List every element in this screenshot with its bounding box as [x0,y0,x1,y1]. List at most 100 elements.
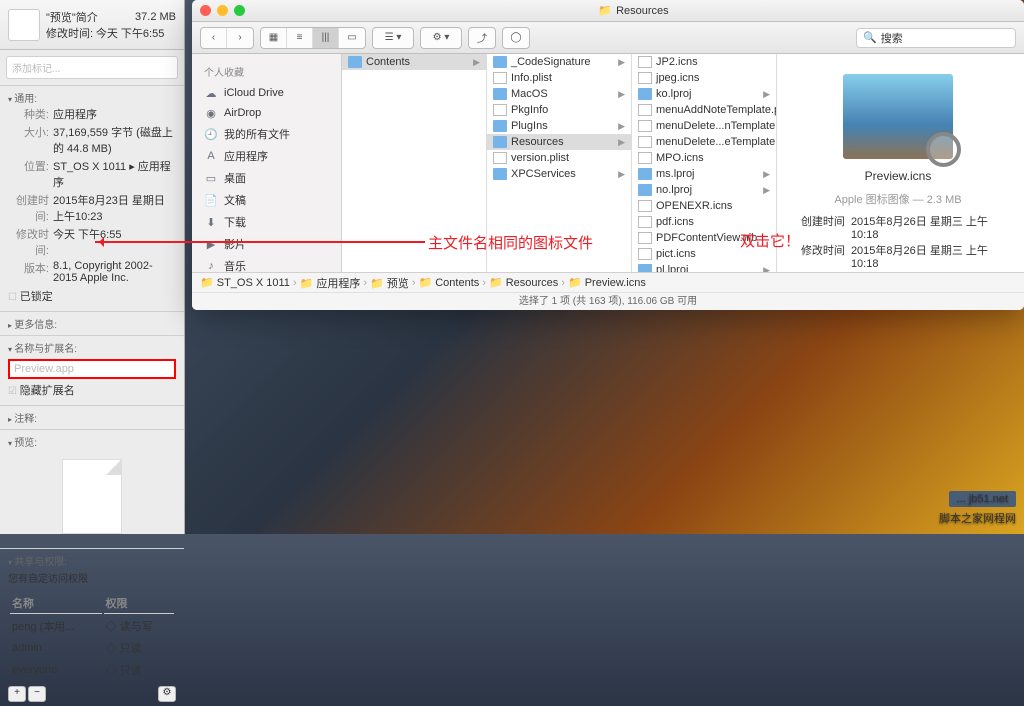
chevron-right-icon: ▶ [473,57,480,68]
list-item[interactable]: Info.plist [487,70,631,86]
sidebar-icon: ☁ [204,86,218,100]
more-info-disclosure[interactable]: 更多信息: [8,316,176,331]
sidebar-icon: ▶ [204,237,218,251]
list-item[interactable]: PlugIns▶ [487,118,631,134]
column-1[interactable]: Contents▶ [342,54,487,272]
list-item[interactable]: OPENEXR.icns [632,198,776,214]
chevron-right-icon: ▶ [618,89,625,100]
file-icon [493,152,507,164]
list-item[interactable]: MacOS▶ [487,86,631,102]
toolbar: ‹ › ▦ ≡ ||| ▭ ☰ ▾ ⚙ ▾ ⤴ ◯ 🔍搜索 [192,22,1024,54]
share-button[interactable]: ⤴ [469,28,495,48]
view-icons-button[interactable]: ▦ [261,28,287,48]
sidebar-item[interactable]: 📄文稿 [192,189,341,211]
action-menu-button[interactable]: ⚙ [158,686,176,702]
sidebar-item[interactable]: A应用程序 [192,145,341,167]
tags-button[interactable]: ◯ [503,28,529,48]
file-icon [638,104,652,116]
search-icon: 🔍 [863,31,877,44]
list-item[interactable]: Contents▶ [342,54,486,70]
chevron-right-icon: ▶ [618,121,625,132]
list-item[interactable]: version.plist [487,150,631,166]
zoom-button[interactable] [234,5,245,16]
list-item[interactable]: Resources▶ [487,134,631,150]
arrange-button[interactable]: ☰ ▾ [373,28,413,48]
search-input[interactable]: 🔍搜索 [856,28,1016,48]
view-list-button[interactable]: ≡ [287,28,313,48]
action-button[interactable]: ⚙ ▾ [421,28,461,48]
forward-button[interactable]: › [227,28,253,48]
path-segment[interactable]: 📁 预览 [370,275,409,291]
sidebar-item[interactable]: ◉AirDrop [192,103,341,123]
list-item[interactable]: PDFContentView.nib [632,230,776,246]
name-ext-disclosure[interactable]: 名称与扩展名: [8,340,176,355]
close-button[interactable] [200,5,211,16]
sidebar-item[interactable]: ♪音乐 [192,255,341,272]
file-icon [638,232,652,244]
list-item[interactable]: MPO.icns [632,150,776,166]
list-item[interactable]: menuDelete...nTemplate.pdf [632,118,776,134]
file-icon [638,120,652,132]
titlebar[interactable]: 📁Resources [192,0,1024,22]
table-row: everyone◇ 只读 [10,660,174,680]
list-item[interactable]: _CodeSignature▶ [487,54,631,70]
locked-checkbox[interactable]: ☐ 已锁定 [8,285,176,307]
comments-disclosure[interactable]: 注释: [8,410,176,425]
sidebar-item[interactable]: ⬇下载 [192,211,341,233]
column-2[interactable]: _CodeSignature▶Info.plistMacOS▶PkgInfoPl… [487,54,632,272]
list-item[interactable]: PkgInfo [487,102,631,118]
chevron-right-icon: ▶ [618,169,625,180]
path-segment[interactable]: 📁 ST_OS X 1011 [200,276,290,289]
file-icon [638,248,652,260]
file-icon [493,104,507,116]
list-item[interactable]: ms.lproj▶ [632,166,776,182]
preview-disclosure[interactable]: 预览: [8,434,176,449]
sidebar-icon: ♪ [204,259,218,272]
list-item[interactable]: ko.lproj▶ [632,86,776,102]
list-item[interactable]: pdf.icns [632,214,776,230]
remove-user-button[interactable]: − [28,686,46,702]
view-columns-button[interactable]: ||| [313,28,339,48]
sidebar: 个人收藏 ☁iCloud Drive◉AirDrop🕘我的所有文件A应用程序▭桌… [192,54,342,272]
file-icon [638,216,652,228]
name-ext-field[interactable]: Preview.app [8,359,176,379]
sidebar-item[interactable]: 🕘我的所有文件 [192,123,341,145]
folder-icon [638,184,652,196]
tag-input[interactable]: 添加标记... [6,56,178,79]
list-item[interactable]: XPCServices▶ [487,166,631,182]
view-coverflow-button[interactable]: ▭ [339,28,365,48]
file-icon [638,152,652,164]
general-disclosure[interactable]: 通用: [8,90,176,105]
list-item[interactable]: no.lproj▶ [632,182,776,198]
list-item[interactable]: pict.icns [632,246,776,262]
add-user-button[interactable]: + [8,686,26,702]
path-segment[interactable]: 📁 应用程序 [300,275,361,291]
sidebar-icon: A [204,149,218,163]
permissions-table: 名称权限 peng (本用...◇ 读与写 admin◇ 只读 everyone… [8,591,176,682]
folder-icon [493,168,507,180]
sidebar-icon: ⬇ [204,215,218,229]
sidebar-icon: ▭ [204,171,218,185]
chevron-right-icon: ▶ [763,265,770,273]
list-item[interactable]: jpeg.icns [632,70,776,86]
path-segment[interactable]: 📁 Resources [489,276,558,289]
list-item[interactable]: pl.lproj▶ [632,262,776,272]
path-segment[interactable]: 📁 Contents [418,276,479,289]
chevron-right-icon: ▶ [763,89,770,100]
sidebar-item[interactable]: ☁iCloud Drive [192,83,341,103]
minimize-button[interactable] [217,5,228,16]
sidebar-item[interactable]: ▭桌面 [192,167,341,189]
path-segment[interactable]: 📁 Preview.icns [568,276,646,289]
path-bar[interactable]: 📁 ST_OS X 1011›📁 应用程序›📁 预览›📁 Contents›📁 … [192,272,1024,292]
chevron-right-icon: ▶ [763,169,770,180]
folder-icon [493,88,507,100]
list-item[interactable]: JP2.icns [632,54,776,70]
list-item[interactable]: menuDelete...eTemplate.pdf [632,134,776,150]
sidebar-item[interactable]: ▶影片 [192,233,341,255]
sharing-disclosure[interactable]: 共享与权限: [8,553,176,568]
folder-icon [493,56,507,68]
column-3[interactable]: JP2.icnsjpeg.icnsko.lproj▶menuAddNoteTem… [632,54,777,272]
hide-ext-checkbox[interactable]: ☑ 隐藏扩展名 [8,379,176,401]
back-button[interactable]: ‹ [201,28,227,48]
list-item[interactable]: menuAddNoteTemplate.pdf [632,102,776,118]
